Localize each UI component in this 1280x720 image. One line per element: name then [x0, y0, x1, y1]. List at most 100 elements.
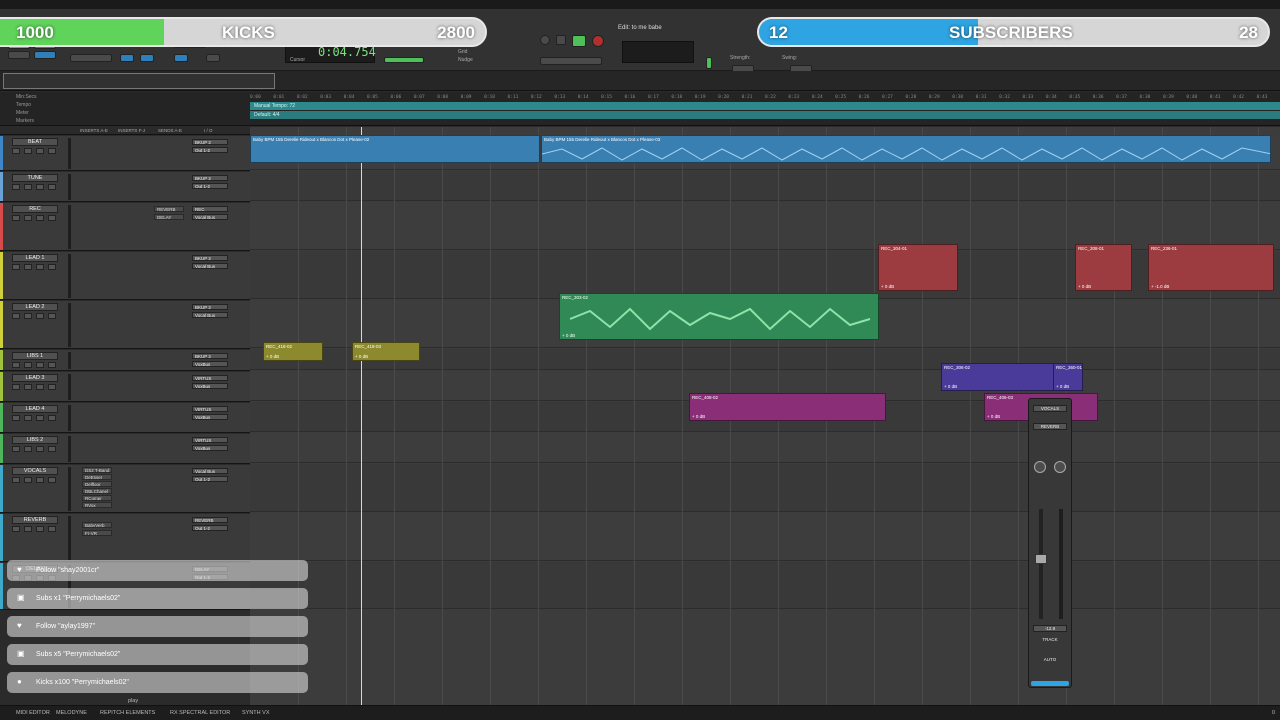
- spot-mode-button[interactable]: [8, 51, 30, 59]
- track-input-selector[interactable]: VIRTUS: [192, 375, 228, 381]
- track-playlist-lane[interactable]: [250, 464, 1280, 512]
- record-enable-button[interactable]: [12, 446, 20, 452]
- track-output-selector[interactable]: Out 1-2: [192, 183, 228, 189]
- track-header[interactable]: LEAD 1 BKUP 2 Vocal Bus: [0, 252, 250, 300]
- mute-button[interactable]: [48, 415, 56, 421]
- track-playlist-lane[interactable]: [250, 513, 1280, 561]
- mute-button[interactable]: [48, 264, 56, 270]
- track-name[interactable]: REVERB: [12, 516, 58, 524]
- track-output-selector[interactable]: Vocal Bus: [192, 214, 228, 220]
- audio-clip[interactable]: REC_306-02 + 0 dB: [941, 363, 1055, 391]
- insert-slot[interactable]: Fr-VR: [82, 530, 112, 536]
- solo-button[interactable]: [36, 384, 44, 390]
- solo-button[interactable]: [36, 415, 44, 421]
- track-input-selector[interactable]: REVERB: [192, 517, 228, 523]
- solo-button[interactable]: [36, 184, 44, 190]
- spectral-editor-tab[interactable]: RX SPECTRAL EDITOR: [170, 710, 230, 716]
- track-name[interactable]: LEAD 2: [12, 303, 58, 311]
- mute-button[interactable]: [48, 384, 56, 390]
- loop-playback-button[interactable]: [540, 35, 550, 45]
- track-header[interactable]: LEAD 4 VIRTUS VoxBus: [0, 403, 250, 433]
- track-output-selector[interactable]: Out 1-2: [192, 147, 228, 153]
- track-name[interactable]: VOCALS: [12, 467, 58, 475]
- record-enable-button[interactable]: [12, 362, 20, 368]
- solo-button[interactable]: [36, 264, 44, 270]
- track-name[interactable]: TUNE: [12, 174, 58, 182]
- zoomer-tool-button[interactable]: [120, 54, 134, 62]
- input-monitor-button[interactable]: [24, 264, 32, 270]
- tempo-ruler[interactable]: Manual Tempo: 72: [250, 102, 1280, 110]
- track-input-selector[interactable]: BKUP 2: [192, 255, 228, 261]
- track-playlist-lane[interactable]: [250, 433, 1280, 463]
- meter-ruler[interactable]: Default: 4/4: [250, 111, 1280, 119]
- transport-navigation[interactable]: [540, 57, 602, 65]
- send-slot[interactable]: REVERB: [154, 206, 184, 212]
- mute-button[interactable]: [48, 313, 56, 319]
- insert-slot[interactable]: BabyVerb: [82, 522, 112, 528]
- insert-slot[interactable]: DBLChanel: [82, 488, 112, 494]
- dry-toggle[interactable]: [384, 57, 424, 63]
- play-button[interactable]: [572, 35, 586, 47]
- track-input-selector[interactable]: BKUP 2: [192, 353, 228, 359]
- record-enable-button[interactable]: [12, 415, 20, 421]
- input-monitor-button[interactable]: [24, 362, 32, 368]
- mute-button[interactable]: [48, 215, 56, 221]
- track-name[interactable]: BEAT: [12, 138, 58, 146]
- volume-fader-handle[interactable]: [1035, 554, 1047, 564]
- input-monitor-button[interactable]: [24, 415, 32, 421]
- grabber-tool-button[interactable]: [206, 54, 220, 62]
- stop-button[interactable]: [556, 35, 566, 45]
- track-input-selector[interactable]: BKUP 2: [192, 139, 228, 145]
- input-monitor-button[interactable]: [24, 477, 32, 483]
- track-header[interactable]: LEAD 3 VIRTUS VoxBus: [0, 372, 250, 402]
- track-output-selector[interactable]: VoxBus: [192, 414, 228, 420]
- record-enable-button[interactable]: [12, 264, 20, 270]
- audio-clip[interactable]: REC_236-01 + -1.0 dB: [1148, 244, 1274, 291]
- playhead-cursor[interactable]: [361, 127, 362, 705]
- repitch-tab[interactable]: REPITCH ELEMENTS: [100, 710, 155, 716]
- track-input-selector[interactable]: Vocal Bus: [192, 468, 228, 474]
- audio-clip[interactable]: Baby BPM 155 Derelie Rideout x Blancos D…: [250, 135, 540, 163]
- insert-slot[interactable]: DS2 T-Band: [82, 467, 112, 473]
- audio-clip[interactable]: REC_408-02 + 0 dB: [689, 393, 886, 421]
- universe-view-frame[interactable]: [3, 73, 275, 89]
- track-playlist-lane[interactable]: [250, 202, 1280, 250]
- track-output-selector[interactable]: Out 1-2: [192, 525, 228, 531]
- solo-button[interactable]: [36, 446, 44, 452]
- record-button[interactable]: [592, 35, 604, 47]
- input-monitor-button[interactable]: [24, 184, 32, 190]
- midi-editor-tab[interactable]: MIDI EDITOR: [16, 710, 50, 716]
- track-name[interactable]: REC: [12, 205, 58, 213]
- mute-button[interactable]: [48, 148, 56, 154]
- insert-slot[interactable]: Delfloor: [82, 481, 112, 487]
- track-name[interactable]: LEAD 4: [12, 405, 58, 413]
- track-name[interactable]: LEAD 3: [12, 374, 58, 382]
- melodyne-tab[interactable]: MELODYNE: [56, 710, 87, 716]
- floating-mixer-strip[interactable]: VOCALS REVERB -12.9 TRACK AUTO: [1028, 398, 1072, 688]
- track-name[interactable]: LEAD 1: [12, 254, 58, 262]
- track-output-selector[interactable]: Out 1-2: [192, 476, 228, 482]
- input-monitor-button[interactable]: [24, 384, 32, 390]
- audio-clip[interactable]: REC_418-03 + 0 dB: [352, 342, 420, 361]
- input-monitor-button[interactable]: [24, 526, 32, 532]
- solo-button[interactable]: [36, 148, 44, 154]
- track-name[interactable]: LIBS 2: [12, 436, 58, 444]
- grid-mode-button[interactable]: [34, 51, 56, 59]
- track-header[interactable]: TUNE BKUP 2 Out 1-2: [0, 172, 250, 202]
- track-header[interactable]: LIBS 2 VIRTUS VoxBus: [0, 434, 250, 464]
- record-enable-button[interactable]: [12, 477, 20, 483]
- track-header[interactable]: BEAT BKUP 2 Out 1-2: [0, 136, 250, 171]
- min-secs-ruler[interactable]: 0:00 0:01 0:02 0:03 0:04 0:05 0:06 0:07 0:08 0:09…: [250, 93, 1280, 101]
- zoom-presets[interactable]: [70, 54, 112, 62]
- track-input-selector[interactable]: BKUP 2: [192, 304, 228, 310]
- track-output-selector[interactable]: VoxBus: [192, 383, 228, 389]
- track-header[interactable]: REVERB REVERB Out 1-2 BabyVerb Fr-VR: [0, 514, 250, 562]
- track-input-selector[interactable]: VIRTUS: [192, 437, 228, 443]
- mute-button[interactable]: [48, 446, 56, 452]
- input-monitor-button[interactable]: [24, 313, 32, 319]
- send-slot[interactable]: DELAY: [154, 214, 184, 220]
- edit-window-playlists[interactable]: Baby BPM 155 Derelie Rideout x Blancos D…: [250, 127, 1280, 705]
- insert-slot[interactable]: RCompr: [82, 495, 112, 501]
- record-enable-button[interactable]: [12, 526, 20, 532]
- track-header[interactable]: LEAD 2 BKUP 2 Vocal Bus: [0, 301, 250, 349]
